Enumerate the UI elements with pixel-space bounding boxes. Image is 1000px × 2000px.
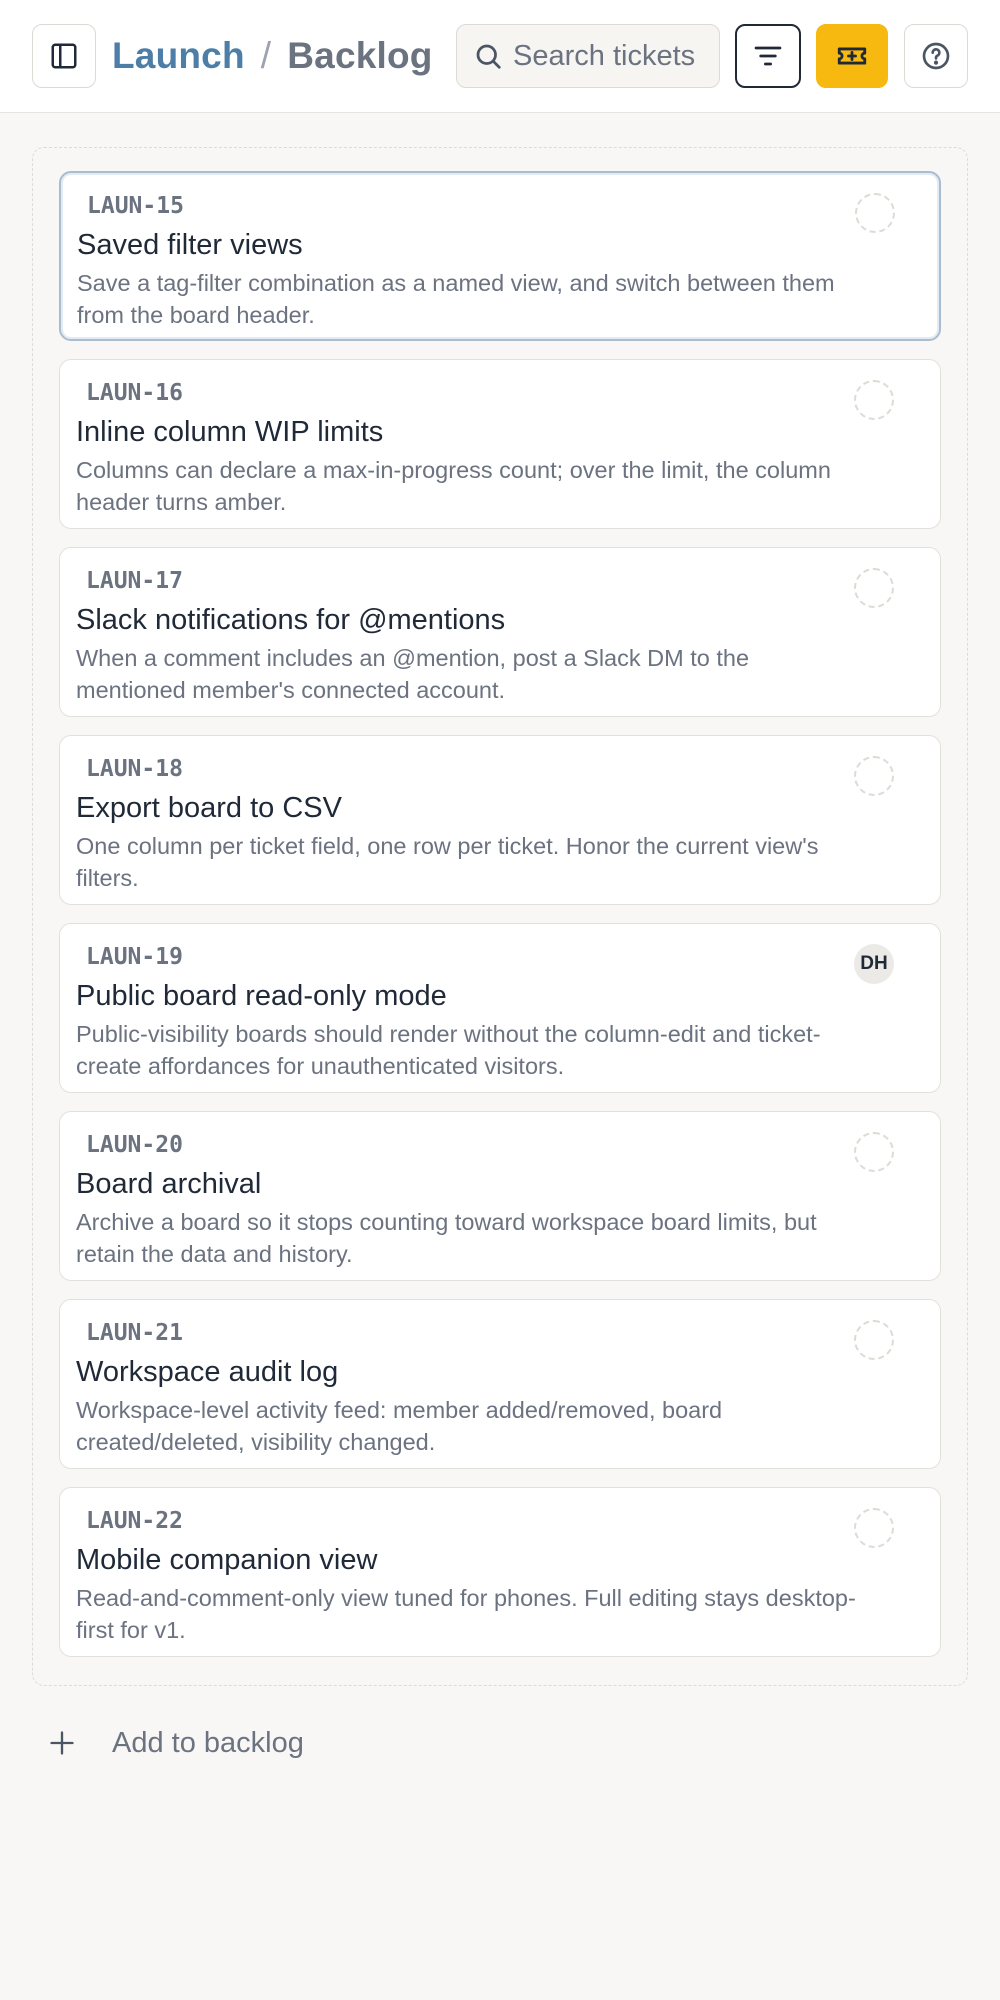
sidebar-icon bbox=[51, 43, 77, 69]
ticket-title: Saved filter views bbox=[77, 229, 303, 261]
ticket-id: LAUN-22 bbox=[86, 1508, 183, 1534]
ticket-description: When a comment includes an @mention, pos… bbox=[76, 645, 750, 703]
sidebar-toggle-button[interactable] bbox=[32, 24, 96, 88]
breadcrumb-current: Backlog bbox=[287, 35, 433, 76]
assignee-placeholder[interactable] bbox=[854, 1132, 894, 1172]
ticket-id: LAUN-15 bbox=[87, 193, 184, 219]
ticket-id: LAUN-19 bbox=[86, 944, 183, 970]
ticket-title: Inline column WIP limits bbox=[76, 416, 384, 448]
add-to-backlog-button[interactable]: Add to backlog bbox=[48, 1718, 304, 1768]
ticket-description: Archive a board so it stops counting tow… bbox=[76, 1209, 817, 1267]
ticket-title: Workspace audit log bbox=[76, 1356, 339, 1388]
ticket-description: Public-visibility boards should render w… bbox=[76, 1021, 821, 1079]
ticket-title: Public board read-only mode bbox=[76, 980, 447, 1012]
ticket-card[interactable]: LAUN-17 Slack notifications for @mention… bbox=[59, 547, 941, 717]
breadcrumb-separator: / bbox=[260, 35, 272, 76]
ticket-id: LAUN-16 bbox=[86, 380, 183, 406]
search-input[interactable] bbox=[513, 39, 713, 73]
help-icon bbox=[922, 42, 950, 70]
ticket-description: Workspace-level activity feed: member ad… bbox=[76, 1397, 723, 1455]
ticket-description: One column per ticket field, one row per… bbox=[76, 833, 819, 891]
assignee-placeholder[interactable] bbox=[854, 568, 894, 608]
ticket-plus-icon bbox=[837, 47, 867, 65]
avatar[interactable]: DH bbox=[854, 944, 894, 984]
breadcrumb: Launch / Backlog bbox=[112, 28, 433, 84]
ticket-card[interactable]: LAUN-20 Board archival Archive a board s… bbox=[59, 1111, 941, 1281]
ticket-card[interactable]: LAUN-16 Inline column WIP limits Columns… bbox=[59, 359, 941, 529]
ticket-card[interactable]: LAUN-18 Export board to CSV One column p… bbox=[59, 735, 941, 905]
ticket-title: Slack notifications for @mentions bbox=[76, 604, 506, 636]
filter-button[interactable] bbox=[735, 24, 801, 88]
ticket-card[interactable]: LAUN-21 Workspace audit log Workspace-le… bbox=[59, 1299, 941, 1469]
assignee-placeholder[interactable] bbox=[854, 1508, 894, 1548]
filter-icon bbox=[754, 46, 782, 66]
add-to-backlog-label: Add to backlog bbox=[112, 1726, 304, 1759]
ticket-description: Save a tag-filter combination as a named… bbox=[77, 270, 835, 328]
ticket-id: LAUN-21 bbox=[86, 1320, 183, 1346]
assignee-placeholder[interactable] bbox=[854, 1320, 894, 1360]
ticket-title: Board archival bbox=[76, 1168, 262, 1200]
ticket-id: LAUN-18 bbox=[86, 756, 183, 782]
ticket-card[interactable]: LAUN-22 Mobile companion view Read-and-c… bbox=[59, 1487, 941, 1657]
search-icon bbox=[476, 44, 501, 69]
ticket-title: Export board to CSV bbox=[76, 792, 342, 824]
search-box[interactable] bbox=[456, 24, 720, 88]
plus-icon bbox=[50, 1731, 74, 1755]
ticket-id: LAUN-20 bbox=[86, 1132, 183, 1158]
assignee-placeholder[interactable] bbox=[854, 380, 894, 420]
ticket-title: Mobile companion view bbox=[76, 1544, 378, 1576]
ticket-card[interactable]: LAUN-15 Saved filter views Save a tag-fi… bbox=[59, 171, 941, 341]
ticket-description: Read-and-comment-only view tuned for pho… bbox=[76, 1585, 856, 1643]
app-header: Launch / Backlog bbox=[0, 0, 1000, 113]
new-ticket-button[interactable] bbox=[816, 24, 888, 88]
assignee-placeholder[interactable] bbox=[855, 193, 895, 233]
ticket-id: LAUN-17 bbox=[86, 568, 183, 594]
ticket-card[interactable]: LAUN-19 Public board read-only mode Publ… bbox=[59, 923, 941, 1093]
ticket-description: Columns can declare a max-in-progress co… bbox=[76, 457, 831, 515]
breadcrumb-project[interactable]: Launch bbox=[112, 35, 245, 77]
backlog-list: LAUN-15 Saved filter views Save a tag-fi… bbox=[32, 147, 968, 1686]
assignee-placeholder[interactable] bbox=[854, 756, 894, 796]
help-button[interactable] bbox=[904, 24, 968, 88]
